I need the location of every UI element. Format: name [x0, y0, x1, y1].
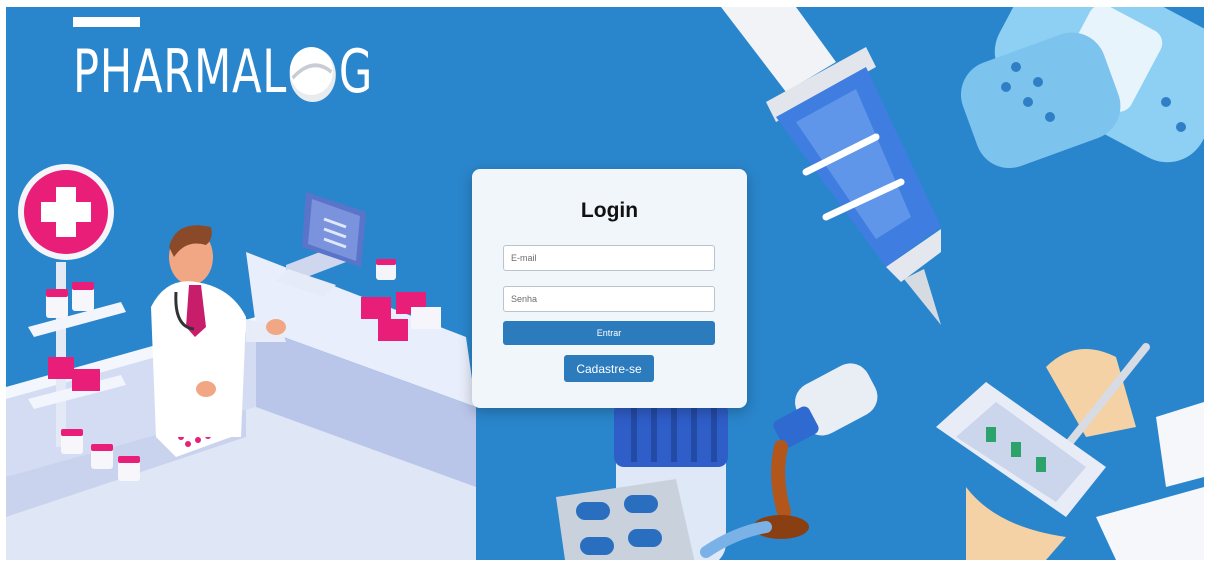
- login-page: PHARMALG Login Entrar Cadastre-se: [6, 7, 1204, 560]
- logo-text-prefix: PHARMAL: [73, 37, 288, 107]
- test-device-illustration: [936, 343, 1204, 560]
- logo-wordmark: PHARMAL G: [73, 42, 373, 104]
- login-button[interactable]: Entrar: [503, 321, 715, 345]
- bandage-illustration: [960, 7, 1204, 169]
- login-title: Login: [580, 199, 639, 222]
- logo-text-suffix: G: [338, 37, 374, 107]
- login-card: Login Entrar Cadastre-se: [472, 169, 747, 408]
- logo-bar: [73, 17, 140, 27]
- pharmacy-counter-illustration: [6, 164, 476, 560]
- pill-bottle-illustration: [556, 402, 728, 560]
- email-input[interactable]: [503, 245, 715, 271]
- syringe-illustration: [721, 7, 941, 325]
- register-button[interactable]: Cadastre-se: [564, 355, 654, 382]
- pill-icon: [289, 47, 337, 102]
- password-input[interactable]: [503, 286, 715, 312]
